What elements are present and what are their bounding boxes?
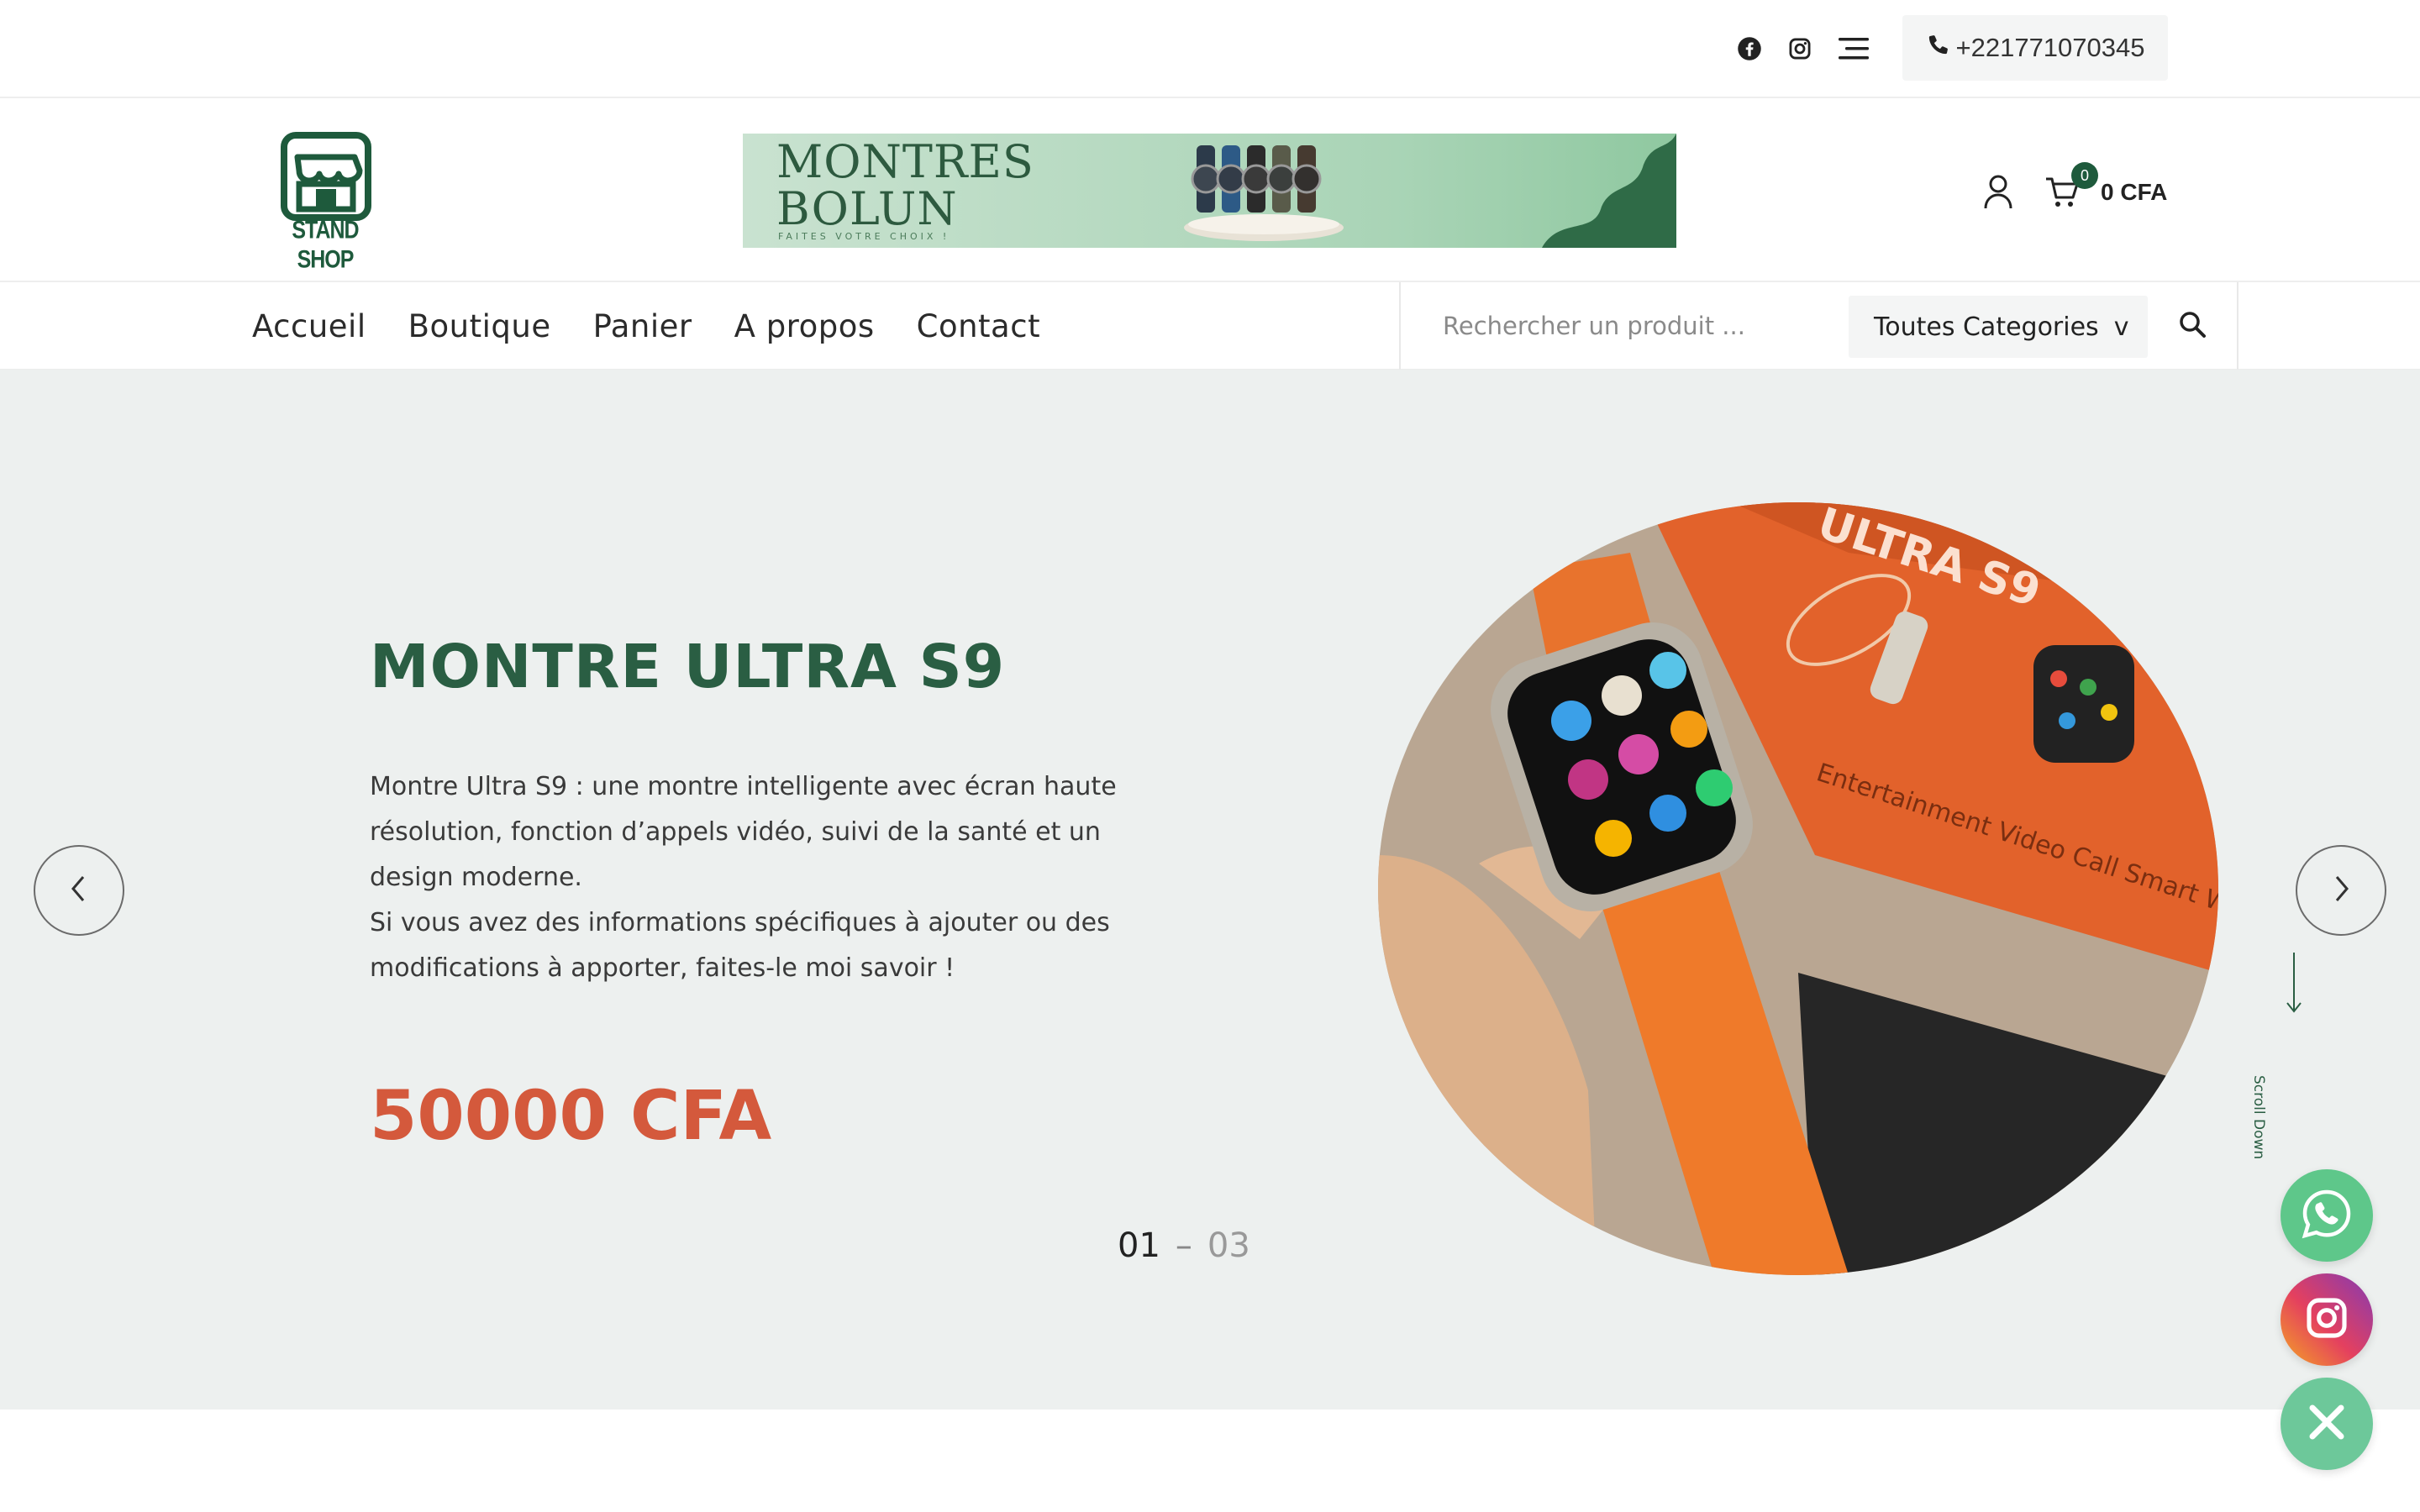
scroll-down-label: Scroll Down [2250,1075,2267,1160]
product-image: ULTRA S9 Entertainment Video Call Smart … [1378,502,2218,1275]
hero-slider: MONTRE ULTRA S9 Montre Ultra S9 : une mo… [0,370,2420,1410]
slide-separator: – [1175,1226,1192,1265]
arrow-down-icon [2286,953,2302,1013]
user-account-icon[interactable] [1980,171,2017,213]
phone-contact[interactable]: +221771070345 [1902,15,2168,81]
slide-price: 50000 CFA [370,1077,772,1156]
promo-banner[interactable]: MONTRES BOLUN FAITES VOTRE CHOIX ! [743,134,1676,248]
banner-watches-image [1184,145,1344,241]
cart-total[interactable]: 0 CFA [2101,179,2167,206]
product-search: Toutes Categories v [1399,282,2238,370]
close-icon [2306,1401,2348,1446]
nav-panier[interactable]: Panier [593,308,692,344]
category-select[interactable]: Toutes Categories v [1849,296,2148,358]
slide-counter: 01 – 03 [1118,1226,1250,1265]
nav-boutique[interactable]: Boutique [408,308,551,344]
search-icon [2178,310,2207,342]
instagram-icon [2303,1294,2350,1345]
search-input[interactable] [1443,304,1838,348]
main-navbar: Accueil Boutique Panier A propos Contact… [0,282,2420,370]
banner-subtitle: FAITES VOTRE CHOIX ! [778,231,950,242]
slide-total: 03 [1207,1226,1250,1265]
instagram-button[interactable] [2281,1273,2373,1366]
top-bar: +221771070345 [0,0,2420,98]
chevron-left-icon [66,872,92,909]
nav-a-propos[interactable]: A propos [734,308,875,344]
slider-next-button[interactable] [2296,845,2386,936]
whatsapp-button[interactable] [2281,1169,2373,1262]
instagram-icon[interactable] [1785,34,1815,64]
chevron-down-icon: v [2113,312,2129,342]
store-logo-text: STAND SHOP [292,216,359,274]
page: +221771070345 STAND SHOP MONTRES BOLUN F… [0,0,2420,1512]
slide-description: Montre Ultra S9 : une montre intelligent… [370,764,1126,991]
slider-prev-button[interactable] [34,845,124,936]
main-nav: Accueil Boutique Panier A propos Contact [252,282,1040,370]
slide-current: 01 [1118,1226,1160,1265]
scroll-down-indicator[interactable] [2277,949,2311,1117]
phone-icon [1926,32,1951,64]
category-select-value: Toutes Categories [1874,312,2099,342]
slide-title: MONTRE ULTRA S9 [370,632,1006,701]
nav-contact[interactable]: Contact [917,308,1040,344]
search-button[interactable] [2174,307,2211,344]
chevron-right-icon [2328,872,2354,909]
banner-title: MONTRES BOLUN [776,135,1034,235]
cart-count-badge: 0 [2071,162,2098,189]
whatsapp-icon [2300,1187,2354,1244]
close-contact-button[interactable] [2281,1378,2373,1470]
facebook-icon[interactable] [1734,34,1765,64]
site-header: STAND SHOP MONTRES BOLUN FAITES VOTRE CH… [0,98,2420,282]
banner-wave-shape [1542,134,1676,248]
phone-number: +221771070345 [1955,33,2145,62]
menu-icon[interactable] [1835,34,1872,64]
slide-description-line-1: Montre Ultra S9 : une montre intelligent… [370,772,1117,892]
slide-description-line-2: Si vous avez des informations spécifique… [370,908,1110,983]
nav-accueil[interactable]: Accueil [252,308,366,344]
